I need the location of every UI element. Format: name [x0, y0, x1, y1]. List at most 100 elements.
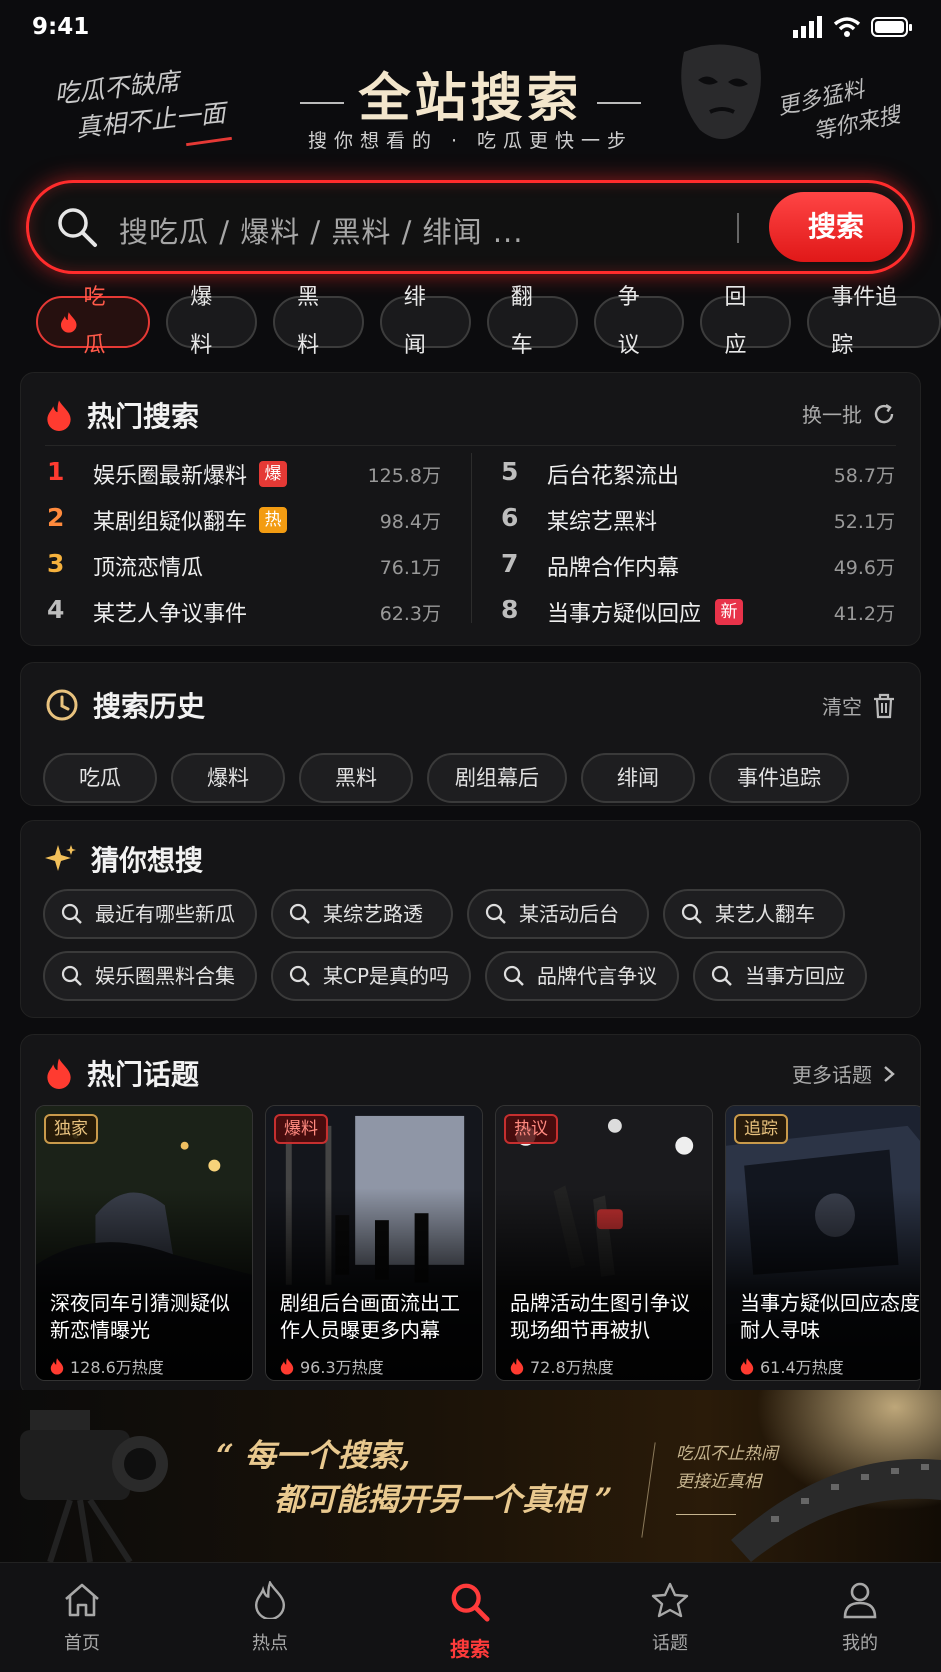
guess-label: 某活动后台 [519, 902, 619, 926]
hot-name: 后台花絮流出 [547, 464, 680, 489]
hot-search-item[interactable]: 3 顶流恋情瓜 76.1万 [21, 541, 441, 587]
search-icon [58, 208, 97, 247]
tab-profile[interactable]: 我的 [800, 1581, 920, 1655]
hot-name: 品牌合作内幕 [547, 556, 680, 581]
chip-shijianzhuizong[interactable]: 事件追踪 [807, 285, 941, 358]
clock-icon [46, 689, 78, 721]
guess-item[interactable]: 当事方回应 [693, 951, 868, 1001]
guess-item[interactable]: 品牌代言争议 [485, 951, 680, 1001]
search-icon [711, 965, 732, 986]
guess-label: 某艺人翻车 [715, 902, 815, 926]
flame-icon [47, 1058, 71, 1089]
tab-search[interactable]: 搜索 [410, 1581, 530, 1662]
hero-header: 吃瓜不缺席 真相不止一面 全站搜索 搜你想看的 · 吃瓜更快一步 更多猛料 等你… [0, 44, 941, 176]
search-input[interactable]: 搜吃瓜 / 爆料 / 黑料 / 绯闻 ... [119, 209, 524, 251]
history-tag[interactable]: 爆料 [171, 753, 285, 803]
flame-icon [280, 1358, 294, 1375]
history-tag[interactable]: 事件追踪 [709, 753, 849, 803]
chip-heiliao[interactable]: 黑料 [273, 285, 364, 358]
quote-text-1: 每一个搜索, [244, 1438, 411, 1474]
hot-search-item[interactable]: 2 某剧组疑似翻车 热 98.4万 [21, 495, 441, 541]
chip-fanche[interactable]: 翻车 [486, 285, 578, 358]
promo-banner: “ 每一个搜索, 都可能揭开另一个真相 ” 吃瓜不止热闹 更接近真相 [0, 1390, 941, 1562]
flame-icon [740, 1358, 754, 1375]
search-icon [61, 965, 82, 986]
tab-home[interactable]: 首页 [22, 1581, 142, 1655]
guess-item[interactable]: 最近有哪些新瓜 [43, 889, 257, 939]
chip-feiwen[interactable]: 绯闻 [379, 285, 471, 358]
hot-rank: 4 [47, 595, 65, 624]
hot-rank: 8 [501, 595, 519, 624]
guess-item[interactable]: 某艺人翻车 [663, 889, 845, 939]
topic-card[interactable]: 独家 深夜同车引猜测疑似新恋情曝光 128.6万热度 [35, 1105, 253, 1381]
topic-card[interactable]: 追踪 当事方疑似回应态度耐人寻味 61.4万热度 [725, 1105, 920, 1381]
battery-icon [871, 17, 912, 37]
guess-label: 品牌代言争议 [537, 964, 658, 988]
refresh-button[interactable]: 换一批 [802, 399, 896, 428]
guess-item[interactable]: 娱乐圈黑料合集 [43, 951, 257, 1001]
guess-list: 最近有哪些新瓜 某综艺路透 某活动后台 某艺人翻车 娱乐圈黑料合集 某CP是真的… [43, 889, 903, 1013]
chip-chigua[interactable]: 吃瓜 [36, 285, 151, 358]
chip-huiying[interactable]: 回应 [700, 285, 792, 358]
history-tag[interactable]: 黑料 [299, 753, 413, 803]
banner-side-line1: 吃瓜不止热闹 [676, 1444, 778, 1464]
search-history-card: 搜索历史 清空 吃瓜 爆料 黑料 剧组幕后 绯闻 事件追踪 [20, 662, 921, 806]
topic-tag: 爆料 [274, 1114, 328, 1144]
clear-history-button[interactable]: 清空 [822, 691, 896, 720]
hot-count: 76.1万 [379, 557, 441, 579]
home-icon [65, 1583, 99, 1617]
status-time: 9:41 [32, 14, 90, 40]
guess-item[interactable]: 某活动后台 [467, 889, 649, 939]
topic-card[interactable]: 爆料 剧组后台画面流出工作人员曝更多内幕 96.3万热度 [265, 1105, 483, 1381]
page-title-text: 全站搜索 [358, 68, 583, 129]
hot-search-item[interactable]: 6 某综艺黑料 52.1万 [475, 495, 895, 541]
history-tag[interactable]: 吃瓜 [43, 753, 157, 803]
clear-label: 清空 [822, 695, 862, 719]
guess-item[interactable]: 某综艺路透 [271, 889, 453, 939]
more-topics-link[interactable]: 更多话题 [792, 1059, 896, 1088]
topic-tag: 追踪 [734, 1114, 788, 1144]
search-button[interactable]: 搜索 [769, 192, 903, 262]
hot-search-item[interactable]: 4 某艺人争议事件 62.3万 [21, 587, 441, 633]
tab-topics[interactable]: 话题 [610, 1581, 730, 1655]
hot-search-item[interactable]: 7 品牌合作内幕 49.6万 [475, 541, 895, 587]
refresh-icon [874, 403, 894, 423]
chip-label: 吃瓜 [83, 285, 106, 358]
status-icons [793, 16, 913, 38]
topic-heat-text: 96.3万热度 [300, 1358, 384, 1377]
chevron-right-icon [884, 1065, 895, 1082]
search-icon [503, 965, 524, 986]
hot-column-left: 1 娱乐圈最新爆料 爆 125.8万 2 某剧组疑似翻车 热 98.4万 3 顶… [21, 449, 441, 633]
wifi-icon [833, 17, 861, 37]
flame-icon [510, 1358, 524, 1375]
guess-label: 娱乐圈黑料合集 [95, 964, 235, 988]
topic-title: 当事方疑似回应态度耐人寻味 [740, 1291, 920, 1342]
signal-icon [793, 16, 822, 38]
quote-text-2: 都可能揭开另一个真相 [274, 1482, 584, 1518]
topics-title: 热门话题 [87, 1058, 200, 1091]
hot-search-item[interactable]: 5 后台花絮流出 58.7万 [475, 449, 895, 495]
banner-quote: “ 每一个搜索, 都可能揭开另一个真相 ” [216, 1434, 613, 1522]
history-title: 搜索历史 [93, 690, 206, 723]
hot-count: 41.2万 [833, 603, 895, 625]
guess-label: 某综艺路透 [323, 902, 423, 926]
topic-heat: 61.4万热度 [740, 1354, 844, 1378]
hot-search-item[interactable]: 8 当事方疑似回应 新 41.2万 [475, 587, 895, 633]
tab-hot[interactable]: 热点 [210, 1579, 330, 1655]
search-bar[interactable]: 搜吃瓜 / 爆料 / 黑料 / 绯闻 ... 搜索 [26, 180, 915, 274]
hot-count: 125.8万 [367, 465, 441, 487]
history-tags: 吃瓜 爆料 黑料 剧组幕后 绯闻 事件追踪 [43, 753, 849, 803]
history-tag[interactable]: 剧组幕后 [427, 753, 567, 803]
hot-name: 某综艺黑料 [547, 510, 658, 535]
history-tag[interactable]: 绯闻 [581, 753, 695, 803]
topics-list: 独家 深夜同车引猜测疑似新恋情曝光 128.6万热度 爆料 剧组后台画面流出工作… [35, 1105, 920, 1381]
tab-label: 我的 [842, 1633, 878, 1654]
topic-heat: 96.3万热度 [280, 1354, 384, 1378]
hot-rank: 3 [47, 549, 65, 578]
chip-zhengyi[interactable]: 争议 [593, 285, 685, 358]
hot-search-item[interactable]: 1 娱乐圈最新爆料 爆 125.8万 [21, 449, 441, 495]
chip-baoliao[interactable]: 爆料 [166, 285, 258, 358]
guess-item[interactable]: 某CP是真的吗 [271, 951, 472, 1001]
hot-count: 58.7万 [833, 465, 895, 487]
topic-card[interactable]: 热议 品牌活动生图引争议现场细节再被扒 72.8万热度 [495, 1105, 713, 1381]
